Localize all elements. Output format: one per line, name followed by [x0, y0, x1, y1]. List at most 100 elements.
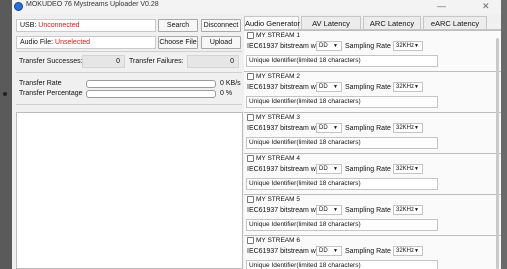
format-select[interactable]: DD ▼	[316, 82, 342, 92]
stream-checkbox[interactable]	[247, 237, 254, 244]
chevron-down-icon: ▼	[414, 84, 419, 90]
stream-name: MY STREAM 4	[256, 155, 300, 162]
tab-earc-latency[interactable]: eARC Latency	[423, 16, 487, 30]
search-button[interactable]: Search	[158, 19, 198, 32]
stream-checkbox[interactable]	[247, 155, 254, 162]
disconnect-button[interactable]: Disconnect	[201, 19, 241, 32]
format-select[interactable]: DD ▼	[316, 123, 342, 133]
close-icon[interactable]: ✕	[482, 1, 490, 12]
transfer-percentage-unit: %	[225, 90, 233, 97]
sampling-rate-value: 32KHz	[396, 43, 415, 49]
bitstream-label: IEC61937 bitstream with	[247, 248, 324, 255]
format-select[interactable]: DD ▼	[316, 246, 342, 256]
usb-status-field: USB: Unconnected	[16, 19, 156, 32]
stream-checkbox[interactable]	[247, 114, 254, 121]
sampling-rate-value: 32KHz	[396, 125, 415, 131]
desktop-edge-marker	[3, 92, 7, 96]
transfer-percentage-label: Transfer Percentage	[19, 90, 83, 97]
unique-identifier-input[interactable]: Unique Identifier(limited 18 characters)	[246, 55, 438, 67]
tab-av-latency[interactable]: AV Latency	[301, 16, 361, 30]
chevron-down-icon: ▼	[414, 248, 419, 254]
format-select[interactable]: DD ▼	[316, 41, 342, 51]
stream-row-6: MY STREAM 6 IEC61937 bitstream with DD ▼…	[244, 235, 501, 269]
sampling-rate-label: Sampling Rate	[345, 125, 391, 132]
usb-status-value: Unconnected	[38, 22, 80, 29]
sampling-rate-label: Sampling Rate	[345, 166, 391, 173]
tab-arc-latency[interactable]: ARC Latency	[363, 16, 421, 30]
stream-row-2: MY STREAM 2 IEC61937 bitstream with DD ▼…	[244, 71, 501, 112]
transfer-percentage-value: 0	[220, 90, 224, 97]
bitstream-label: IEC61937 bitstream with	[247, 207, 324, 214]
desktop-edge-right	[501, 0, 507, 269]
sampling-rate-label: Sampling Rate	[345, 248, 391, 255]
transfer-failures-label: Transfer Failures:	[129, 58, 184, 65]
transfer-percentage-readout: 0 %	[220, 89, 232, 98]
chevron-down-icon: ▼	[333, 166, 338, 172]
tab-audio-generator[interactable]: Audio Generator	[244, 16, 300, 30]
separator	[16, 104, 242, 105]
choose-file-button[interactable]: Choose File	[158, 36, 198, 49]
app-window: MOKUDEO 76 Mystreams Uploader V0.28 — ✕ …	[12, 0, 501, 269]
sampling-rate-label: Sampling Rate	[345, 84, 391, 91]
unique-identifier-input[interactable]: Unique Identifier(limited 18 characters)	[246, 219, 438, 231]
sampling-rate-label: Sampling Rate	[345, 43, 391, 50]
transfer-rate-unit: KB/s	[225, 80, 241, 87]
transfer-failures-value: 0	[187, 55, 239, 68]
stream-name: MY STREAM 1	[256, 32, 300, 39]
sampling-rate-label: Sampling Rate	[345, 207, 391, 214]
chevron-down-icon: ▼	[333, 248, 338, 254]
bitstream-label: IEC61937 bitstream with	[247, 43, 324, 50]
stream-checkbox[interactable]	[247, 73, 254, 80]
title-bar: MOKUDEO 76 Mystreams Uploader V0.28 — ✕	[12, 0, 501, 14]
log-output-area[interactable]	[16, 112, 243, 269]
transfer-rate-label: Transfer Rate	[19, 80, 62, 87]
sampling-rate-select[interactable]: 32KHz ▼	[393, 205, 423, 215]
stream-name: MY STREAM 6	[256, 237, 300, 244]
audio-file-label: Audio File:	[20, 39, 54, 46]
transfer-rate-readout: 0 KB/s	[220, 79, 241, 88]
chevron-down-icon: ▼	[414, 166, 419, 172]
unique-identifier-input[interactable]: Unique Identifier(limited 18 characters)	[246, 260, 438, 269]
sampling-rate-select[interactable]: 32KHz ▼	[393, 246, 423, 256]
format-value: DD	[319, 248, 328, 254]
chevron-down-icon: ▼	[333, 43, 338, 49]
stream-row-5: MY STREAM 5 IEC61937 bitstream with DD ▼…	[244, 194, 501, 235]
upload-button[interactable]: Upload	[201, 36, 241, 49]
sampling-rate-value: 32KHz	[396, 84, 415, 90]
transfer-rate-value: 0	[220, 80, 224, 87]
format-value: DD	[319, 84, 328, 90]
chevron-down-icon: ▼	[333, 125, 338, 131]
stream-checkbox[interactable]	[247, 196, 254, 203]
bitstream-label: IEC61937 bitstream with	[247, 166, 324, 173]
unique-identifier-input[interactable]: Unique Identifier(limited 18 characters)	[246, 178, 438, 190]
audio-file-value: Unselected	[55, 39, 91, 46]
unique-identifier-input[interactable]: Unique Identifier(limited 18 characters)	[246, 96, 438, 108]
stream-name: MY STREAM 5	[256, 196, 300, 203]
format-select[interactable]: DD ▼	[316, 205, 342, 215]
sampling-rate-select[interactable]: 32KHz ▼	[393, 41, 423, 51]
stream-name: MY STREAM 3	[256, 114, 300, 121]
chevron-down-icon: ▼	[414, 207, 419, 213]
unique-identifier-input[interactable]: Unique Identifier(limited 18 characters)	[246, 137, 438, 149]
separator	[16, 51, 242, 52]
minimize-icon[interactable]: —	[437, 1, 446, 11]
desktop-edge	[0, 0, 12, 269]
sampling-rate-value: 32KHz	[396, 248, 415, 254]
sampling-rate-select[interactable]: 32KHz ▼	[393, 123, 423, 133]
transfer-successes-label: Transfer Successes:	[19, 58, 83, 65]
scrollbar[interactable]	[494, 38, 501, 269]
sampling-rate-select[interactable]: 32KHz ▼	[393, 164, 423, 174]
scrollbar-thumb[interactable]	[496, 38, 499, 269]
bitstream-label: IEC61937 bitstream with	[247, 125, 324, 132]
sampling-rate-value: 32KHz	[396, 207, 415, 213]
chevron-down-icon: ▼	[414, 125, 419, 131]
separator	[16, 72, 242, 73]
stream-checkbox[interactable]	[247, 32, 254, 39]
format-value: DD	[319, 43, 328, 49]
sampling-rate-value: 32KHz	[396, 166, 415, 172]
stream-row-4: MY STREAM 4 IEC61937 bitstream with DD ▼…	[244, 153, 501, 194]
stream-row-1: MY STREAM 1 IEC61937 bitstream with DD ▼…	[244, 30, 501, 71]
sampling-rate-select[interactable]: 32KHz ▼	[393, 82, 423, 92]
transfer-rate-bar	[86, 80, 216, 88]
format-select[interactable]: DD ▼	[316, 164, 342, 174]
